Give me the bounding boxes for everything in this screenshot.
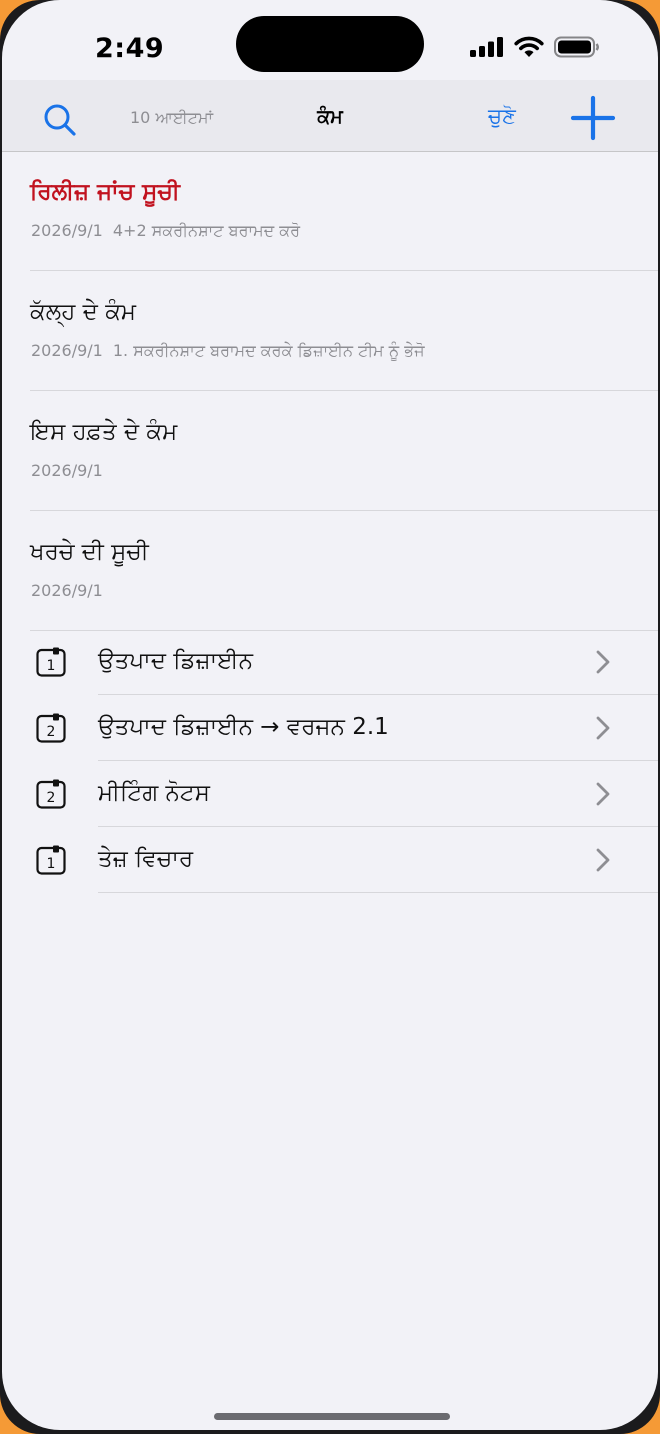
folder-row[interactable]: 2 ਮੀਟਿੰਗ ਨੋਟਸ: [36, 761, 658, 827]
task-meta: 2026/9/1 4+2 ਸਕਰੀਨਸ਼ਾਟ ਬਰਾਮਦ ਕਰੋ: [31, 221, 300, 241]
task-date: 2026/9/1: [31, 581, 103, 600]
numbered-note-icon: 1: [36, 647, 66, 677]
folder-row[interactable]: 1 ਉਤਪਾਦ ਡਿਜ਼ਾਈਨ: [36, 629, 658, 695]
device-frame: 2:49 10 ਆਈਟਮਾਂ ਕੰਮ ਚੁਣੋ ਰਿਲੀਜ਼ ਜਾਂਚ ਸੂਚੀ…: [0, 0, 660, 1434]
numbered-note-icon: 2: [36, 779, 66, 809]
task-meta: 2026/9/1: [31, 461, 113, 480]
folder-badge: 1: [47, 856, 56, 872]
folder-row[interactable]: 1 ਤੇਜ਼ ਵਿਚਾਰ: [36, 827, 658, 893]
task-meta: 2026/9/1: [31, 581, 113, 600]
navigation-bar: 10 ਆਈਟਮਾਂ ਕੰਮ ਚੁਣੋ: [2, 80, 658, 152]
task-title: ਇਸ ਹਫ਼ਤੇ ਦੇ ਕੰਮ: [30, 419, 178, 445]
wallpaper-corner-top-left: [0, 0, 40, 40]
status-icons: [470, 36, 600, 58]
folder-label: ਤੇਜ਼ ਵਿਚਾਰ: [98, 846, 194, 872]
select-button[interactable]: ਚੁਣੋ: [488, 104, 516, 129]
folder-label: ਉਤਪਾਦ ਡਿਜ਼ਾਈਨ: [98, 648, 253, 674]
wifi-icon: [514, 36, 544, 57]
folder-badge: 2: [47, 790, 56, 806]
task-date: 2026/9/1: [31, 461, 103, 480]
task-date: 2026/9/1: [31, 341, 103, 360]
numbered-note-icon: 2: [36, 713, 66, 743]
task-note: 1. ਸਕਰੀਨਸ਼ਾਟ ਬਰਾਮਦ ਕਰਕੇ ਡਿਜ਼ਾਈਨ ਟੀਮ ਨੂੰ …: [112, 341, 425, 360]
task-title: ਕੱਲ੍ਹ ਦੇ ਕੰਮ: [30, 299, 137, 325]
task-title: ਰਿਲੀਜ਼ ਜਾਂਚ ਸੂਚੀ: [30, 179, 180, 205]
task-list: ਰਿਲੀਜ਼ ਜਾਂਚ ਸੂਚੀ 2026/9/1 4+2 ਸਕਰੀਨਸ਼ਾਟ ਬ…: [2, 151, 658, 631]
dynamic-island: [236, 16, 424, 72]
chevron-right-icon: [596, 782, 610, 806]
task-date: 2026/9/1: [31, 221, 103, 240]
cellular-signal-icon: [470, 37, 503, 57]
battery-icon: [554, 36, 599, 58]
folder-badge: 2: [47, 724, 56, 740]
folder-label: ਉਤਪਾਦ ਡਿਜ਼ਾਈਨ → ਵਰਜਨ 2.1: [98, 714, 389, 740]
chevron-right-icon: [596, 848, 610, 872]
task-row[interactable]: ਕੱਲ੍ਹ ਦੇ ਕੰਮ 2026/9/1 1. ਸਕਰੀਨਸ਼ਾਟ ਬਰਾਮਦ …: [30, 271, 658, 391]
wallpaper-corner-bottom-left: [0, 1394, 40, 1434]
chevron-right-icon: [596, 650, 610, 674]
plus-icon[interactable]: [570, 95, 616, 141]
folder-badge: 1: [47, 658, 56, 674]
folder-list: 1 ਉਤਪਾਦ ਡਿਜ਼ਾਈਨ 2 ਉਤਪਾਦ ਡਿਜ਼ਾਈਨ → ਵਰਜਨ 2…: [2, 629, 658, 893]
task-row[interactable]: ਖਰਚੇ ਦੀ ਸੂਚੀ 2026/9/1: [30, 511, 658, 631]
chevron-right-icon: [596, 716, 610, 740]
task-note: 4+2 ਸਕਰੀਨਸ਼ਾਟ ਬਰਾਮਦ ਕਰੋ: [112, 221, 301, 240]
status-time: 2:49: [95, 33, 165, 64]
wallpaper-corner-bottom-right: [620, 1394, 660, 1434]
folder-row[interactable]: 2 ਉਤਪਾਦ ਡਿਜ਼ਾਈਨ → ਵਰਜਨ 2.1: [36, 695, 658, 761]
numbered-note-icon: 1: [36, 845, 66, 875]
task-meta: 2026/9/1 1. ਸਕਰੀਨਸ਼ਾਟ ਬਰਾਮਦ ਕਰਕੇ ਡਿਜ਼ਾਈਨ …: [31, 341, 425, 361]
wallpaper-corner-top-right: [620, 0, 660, 40]
home-indicator[interactable]: [214, 1413, 450, 1420]
task-row[interactable]: ਰਿਲੀਜ਼ ਜਾਂਚ ਸੂਚੀ 2026/9/1 4+2 ਸਕਰੀਨਸ਼ਾਟ ਬ…: [30, 151, 658, 271]
task-row[interactable]: ਇਸ ਹਫ਼ਤੇ ਦੇ ਕੰਮ 2026/9/1: [30, 391, 658, 511]
page-title: ਕੰਮ: [317, 106, 343, 128]
screen: 2:49 10 ਆਈਟਮਾਂ ਕੰਮ ਚੁਣੋ ਰਿਲੀਜ਼ ਜਾਂਚ ਸੂਚੀ…: [2, 0, 658, 1430]
task-title: ਖਰਚੇ ਦੀ ਸੂਚੀ: [30, 539, 149, 565]
folder-label: ਮੀਟਿੰਗ ਨੋਟਸ: [98, 780, 210, 806]
